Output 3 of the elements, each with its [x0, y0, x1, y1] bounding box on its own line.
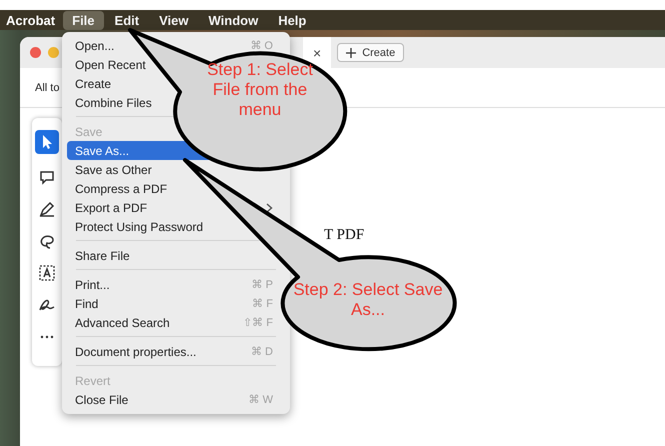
- callout-text: Step 2: Select Save As...: [292, 280, 444, 320]
- toolbar-label: All to: [35, 82, 60, 94]
- document-text: T PDF: [324, 227, 364, 243]
